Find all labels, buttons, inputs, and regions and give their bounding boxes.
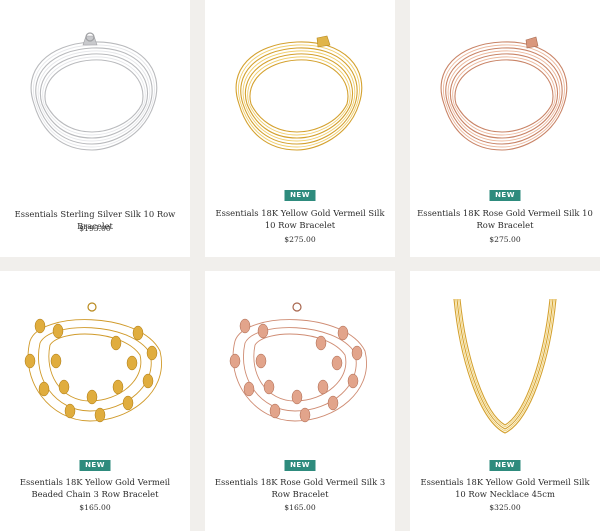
product-title[interactable]: Essentials 18K Rose Gold Vermeil Silk 10… (416, 207, 594, 231)
product-title[interactable]: Essentials 18K Yellow Gold Vermeil Silk … (416, 476, 594, 500)
product-title[interactable]: Essentials 18K Yellow Gold Vermeil Beade… (6, 476, 184, 500)
new-badge: NEW (79, 460, 111, 471)
product-price: $165.00 (284, 503, 316, 512)
product-card[interactable]: NEW Essentials 18K Yellow Gold Vermeil B… (0, 271, 190, 531)
new-badge: NEW (489, 190, 521, 201)
product-card[interactable]: Essentials Sterling Silver Silk 10 Row B… (0, 0, 190, 257)
product-price: $165.00 (79, 503, 111, 512)
product-image[interactable] (410, 271, 600, 451)
new-badge: NEW (284, 190, 316, 201)
product-card[interactable]: NEW Essentials 18K Yellow Gold Vermeil S… (410, 271, 600, 531)
product-image[interactable] (0, 0, 190, 180)
product-price: $325.00 (489, 503, 521, 512)
product-image[interactable] (410, 0, 600, 180)
product-price: $275.00 (489, 235, 521, 244)
product-price: $195.00 (79, 224, 111, 233)
product-card[interactable]: NEW Essentials 18K Rose Gold Vermeil Sil… (205, 271, 395, 531)
product-price: $275.00 (284, 235, 316, 244)
new-badge: NEW (489, 460, 521, 471)
product-card[interactable]: NEW Essentials 18K Rose Gold Vermeil Sil… (410, 0, 600, 257)
product-image[interactable] (205, 271, 395, 451)
new-badge: NEW (284, 460, 316, 471)
product-card[interactable]: NEW Essentials 18K Yellow Gold Vermeil S… (205, 0, 395, 257)
product-image[interactable] (205, 0, 395, 180)
product-image[interactable] (0, 271, 190, 451)
product-title[interactable]: Essentials 18K Yellow Gold Vermeil Silk … (211, 207, 389, 231)
product-title[interactable]: Essentials 18K Rose Gold Vermeil Silk 3 … (211, 476, 389, 500)
